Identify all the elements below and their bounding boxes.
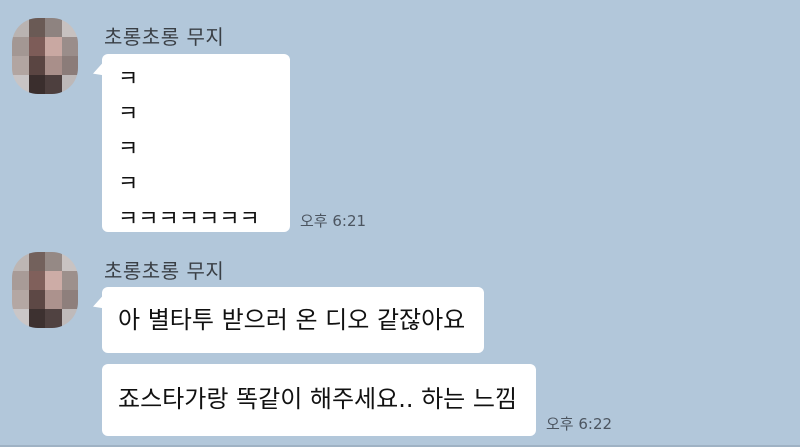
message-bubble[interactable]: 죠스타가랑 똑같이 해주세요.. 하는 느낌 <box>102 364 536 436</box>
avatar[interactable] <box>12 18 78 94</box>
message-text: ㅋ <box>118 137 139 162</box>
message-text: 죠스타가랑 똑같이 해주세요.. 하는 느낌 <box>118 385 518 413</box>
message-text: ㅋ <box>118 172 139 197</box>
message-bubble[interactable]: ㅋ ㅋ ㅋ ㅋ ㅋㅋㅋㅋㅋㅋㅋ <box>102 54 290 232</box>
avatar[interactable] <box>12 252 78 328</box>
chat-room: 초롱초롱 무지 ㅋ ㅋ ㅋ ㅋ ㅋㅋㅋㅋㅋㅋㅋ 오후 6:21 초롱초롱 무지 … <box>0 0 800 447</box>
message-text: ㅋ <box>118 102 139 127</box>
message-bubble[interactable]: 아 별타투 받으러 온 디오 같잖아요 <box>102 287 484 353</box>
message-timestamp: 오후 6:22 <box>546 415 613 433</box>
message-text: 아 별타투 받으러 온 디오 같잖아요 <box>118 306 466 334</box>
message-text: ㅋ <box>118 67 139 92</box>
message-text: ㅋㅋㅋㅋㅋㅋㅋ <box>118 207 260 232</box>
message-timestamp: 오후 6:21 <box>300 212 367 230</box>
sender-name: 초롱초롱 무지 <box>104 25 225 49</box>
sender-name: 초롱초롱 무지 <box>104 259 225 283</box>
